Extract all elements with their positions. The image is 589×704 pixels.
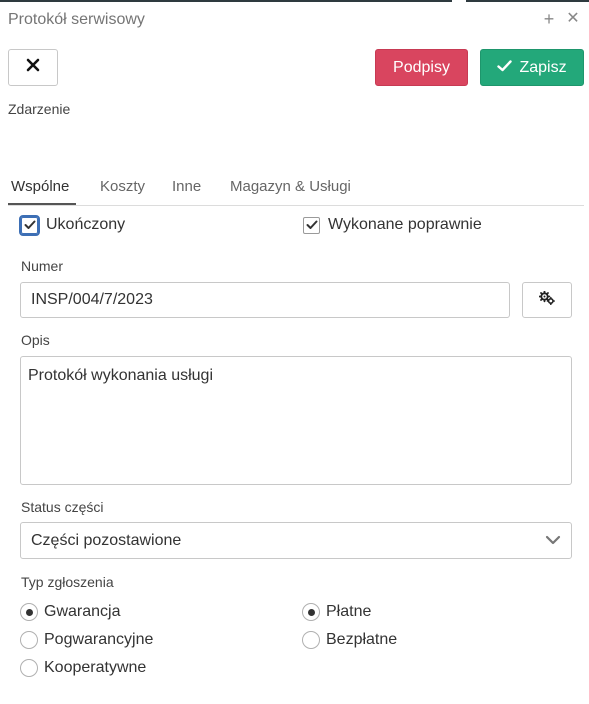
tab-bar: Wspólne Koszty Inne Magazyn & Usługi <box>8 170 584 206</box>
radio-button[interactable] <box>302 603 320 621</box>
done-correctly-label: Wykonane poprawnie <box>328 216 482 233</box>
radio-platne[interactable]: Płatne <box>302 603 371 621</box>
checkbox-box[interactable] <box>303 216 320 234</box>
top-border-segment <box>0 0 452 2</box>
plus-icon[interactable]: + <box>539 8 559 30</box>
top-border-segment <box>466 0 589 2</box>
radio-label: Pogwarancyjne <box>44 631 154 648</box>
cancel-button[interactable] <box>8 49 58 86</box>
status-value: Części pozostawione <box>31 531 182 549</box>
numer-input[interactable]: INSP/004/7/2023 <box>20 282 510 318</box>
tab-koszty[interactable]: Koszty <box>100 178 145 195</box>
done-correctly-checkbox[interactable]: Wykonane poprawnie <box>303 216 482 234</box>
status-label: Status części <box>21 499 104 515</box>
radio-pogwarancyjne[interactable]: Pogwarancyjne <box>20 631 153 649</box>
status-select[interactable]: Części pozostawione <box>20 522 572 559</box>
numer-label: Numer <box>21 258 64 274</box>
typ-label: Typ zgłoszenia <box>21 574 114 590</box>
radio-label: Gwarancja <box>44 603 121 620</box>
completed-checkbox[interactable]: Ukończony <box>19 214 126 236</box>
chevron-down-icon <box>545 532 561 550</box>
gears-icon <box>538 290 555 310</box>
radio-label: Kooperatywne <box>44 659 147 676</box>
radio-label: Płatne <box>326 603 372 620</box>
radio-button[interactable] <box>20 659 38 677</box>
radio-button[interactable] <box>20 631 38 649</box>
radio-selected-dot <box>307 608 315 616</box>
signatures-button[interactable]: Podpisy <box>375 49 468 86</box>
radio-selected-dot <box>25 608 33 616</box>
tab-magazyn-uslugi[interactable]: Magazyn & Usługi <box>230 178 351 195</box>
radio-button[interactable] <box>20 603 38 621</box>
radio-label: Bezpłatne <box>326 631 398 648</box>
save-button-label: Zapisz <box>519 58 567 76</box>
section-label: Zdarzenie <box>8 101 71 117</box>
radio-button[interactable] <box>302 631 320 649</box>
opis-textarea[interactable]: Protokół wykonania usługi <box>20 356 572 485</box>
active-tab-indicator <box>8 203 76 205</box>
checkbox-box[interactable] <box>19 214 40 236</box>
close-x-icon <box>26 58 40 77</box>
radio-bezplatne[interactable]: Bezpłatne <box>302 631 397 649</box>
close-icon[interactable]: ✕ <box>563 8 583 30</box>
generate-number-button[interactable] <box>522 282 572 318</box>
opis-value: Protokół wykonania usługi <box>28 367 213 384</box>
title-bar: Protokół serwisowy + ✕ <box>8 6 583 34</box>
check-icon <box>24 220 35 229</box>
save-button[interactable]: Zapisz <box>480 49 584 86</box>
opis-label: Opis <box>21 332 50 348</box>
radio-kooperatywne[interactable]: Kooperatywne <box>20 659 146 677</box>
check-icon <box>497 59 513 77</box>
numer-value: INSP/004/7/2023 <box>31 291 153 308</box>
check-icon <box>306 220 317 229</box>
completed-label: Ukończony <box>46 216 126 233</box>
window-title: Protokół serwisowy <box>8 11 145 28</box>
tab-wspolne[interactable]: Wspólne <box>11 178 69 195</box>
tab-inne[interactable]: Inne <box>172 178 201 195</box>
window-top-border <box>0 0 589 2</box>
radio-gwarancja[interactable]: Gwarancja <box>20 603 120 621</box>
